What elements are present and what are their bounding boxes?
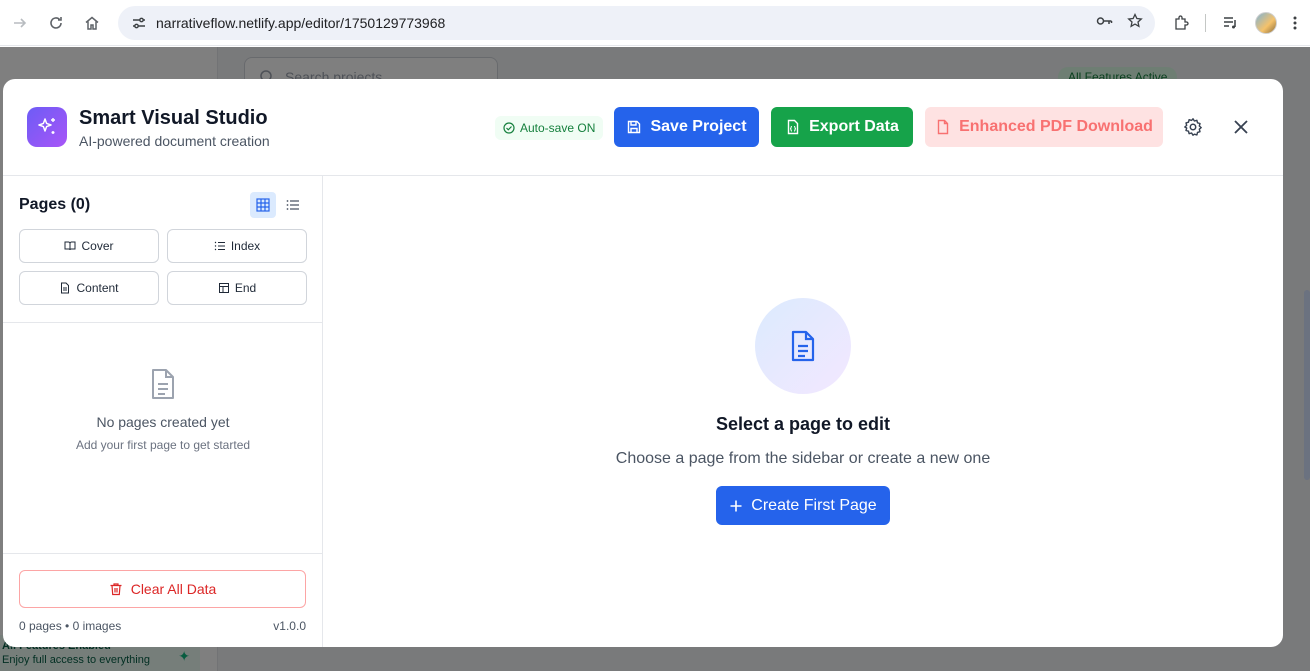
add-cover-page-button[interactable]: Cover: [19, 229, 159, 263]
end-label: End: [234, 281, 257, 295]
reload-icon: [50, 17, 62, 29]
close-modal-button[interactable]: [1227, 113, 1255, 141]
clear-all-data-label: Clear All Data: [130, 581, 217, 597]
sidebar-divider: [3, 322, 323, 323]
plus-icon: [730, 500, 742, 511]
add-content-page-button[interactable]: Content: [19, 271, 159, 305]
profile-avatar[interactable]: [1250, 7, 1282, 39]
enhanced-pdf-download-button[interactable]: Enhanced PDF Download: [925, 107, 1163, 147]
add-index-page-button[interactable]: Index: [167, 229, 307, 263]
star-icon[interactable]: [1127, 12, 1143, 34]
settings-button[interactable]: [1179, 113, 1207, 141]
layout-icon: [218, 283, 229, 293]
list-icon: [214, 241, 225, 251]
cover-label: Cover: [81, 239, 114, 253]
editor-main: Select a page to edit Choose a page from…: [323, 176, 1283, 647]
pages-heading: Pages (0): [19, 196, 91, 213]
app-subtitle: AI-powered document creation: [79, 133, 270, 149]
extensions-icon[interactable]: [1165, 7, 1197, 39]
clear-all-data-button[interactable]: Clear All Data: [19, 570, 306, 608]
book-open-icon: [64, 241, 76, 251]
check-circle-icon: [503, 122, 515, 134]
url-text[interactable]: narrativeflow.netlify.app/editor/1750129…: [156, 15, 445, 31]
save-project-button[interactable]: Save Project: [614, 107, 759, 147]
empty-state-subtitle: Add your first page to get started: [75, 438, 251, 452]
address-bar[interactable]: narrativeflow.netlify.app/editor/1750129…: [118, 6, 1155, 40]
export-data-button[interactable]: Export Data: [771, 107, 913, 147]
main-empty-title: Select a page to edit: [715, 414, 891, 434]
home-icon: [85, 16, 99, 30]
studio-modal: Smart Visual Studio AI-powered document …: [3, 79, 1283, 647]
grid-view-toggle[interactable]: [250, 192, 276, 218]
create-first-page-button[interactable]: Create First Page: [716, 486, 890, 525]
enhanced-pdf-download-label: Enhanced PDF Download: [959, 118, 1153, 135]
reload-button[interactable]: [38, 5, 74, 41]
file-text-icon: [61, 282, 70, 294]
export-data-label: Export Data: [809, 118, 899, 135]
main-empty-subtitle: Choose a page from the sidebar or create…: [615, 450, 991, 467]
modal-header: Smart Visual Studio AI-powered document …: [3, 79, 1283, 176]
sparkles-logo-icon: [27, 107, 67, 147]
grid-icon: [256, 198, 270, 212]
trash-icon: [110, 583, 122, 596]
page-stats: 0 pages • 0 images: [19, 619, 122, 633]
close-icon: [1234, 120, 1248, 134]
key-icon[interactable]: [1095, 12, 1113, 35]
arrow-right-icon: [14, 18, 27, 28]
list-view-toggle[interactable]: [280, 192, 306, 218]
document-icon: [755, 298, 851, 394]
save-icon: [628, 120, 641, 134]
media-icon[interactable]: [1214, 7, 1246, 39]
version-label: v1.0.0: [273, 619, 306, 633]
sidebar-footer: Clear All Data 0 pages • 0 images v1.0.0: [3, 553, 323, 647]
pages-sidebar: Pages (0) Cover Index Content End No pag…: [3, 176, 323, 647]
empty-state-title: No pages created yet: [96, 414, 230, 430]
create-first-page-label: Create First Page: [751, 496, 877, 514]
content-label: Content: [76, 281, 119, 295]
app-title: Smart Visual Studio: [79, 107, 268, 129]
menu-icon[interactable]: [1286, 7, 1304, 39]
site-info-icon[interactable]: [128, 12, 150, 34]
page-scrollbar[interactable]: [1304, 290, 1310, 480]
list-icon: [286, 200, 299, 210]
autosave-label: Auto-save ON: [520, 121, 596, 135]
gear-icon: [1184, 118, 1202, 136]
file-json-icon: [787, 119, 799, 135]
save-project-label: Save Project: [650, 118, 747, 135]
add-end-page-button[interactable]: End: [167, 271, 307, 305]
index-label: Index: [230, 239, 261, 253]
forward-button[interactable]: [2, 5, 38, 41]
toolbar-separator: [1205, 14, 1206, 32]
home-button[interactable]: [74, 5, 110, 41]
empty-file-icon: [148, 368, 178, 405]
browser-toolbar: narrativeflow.netlify.app/editor/1750129…: [0, 0, 1310, 46]
autosave-badge: Auto-save ON: [495, 116, 604, 140]
file-icon: [937, 119, 949, 135]
